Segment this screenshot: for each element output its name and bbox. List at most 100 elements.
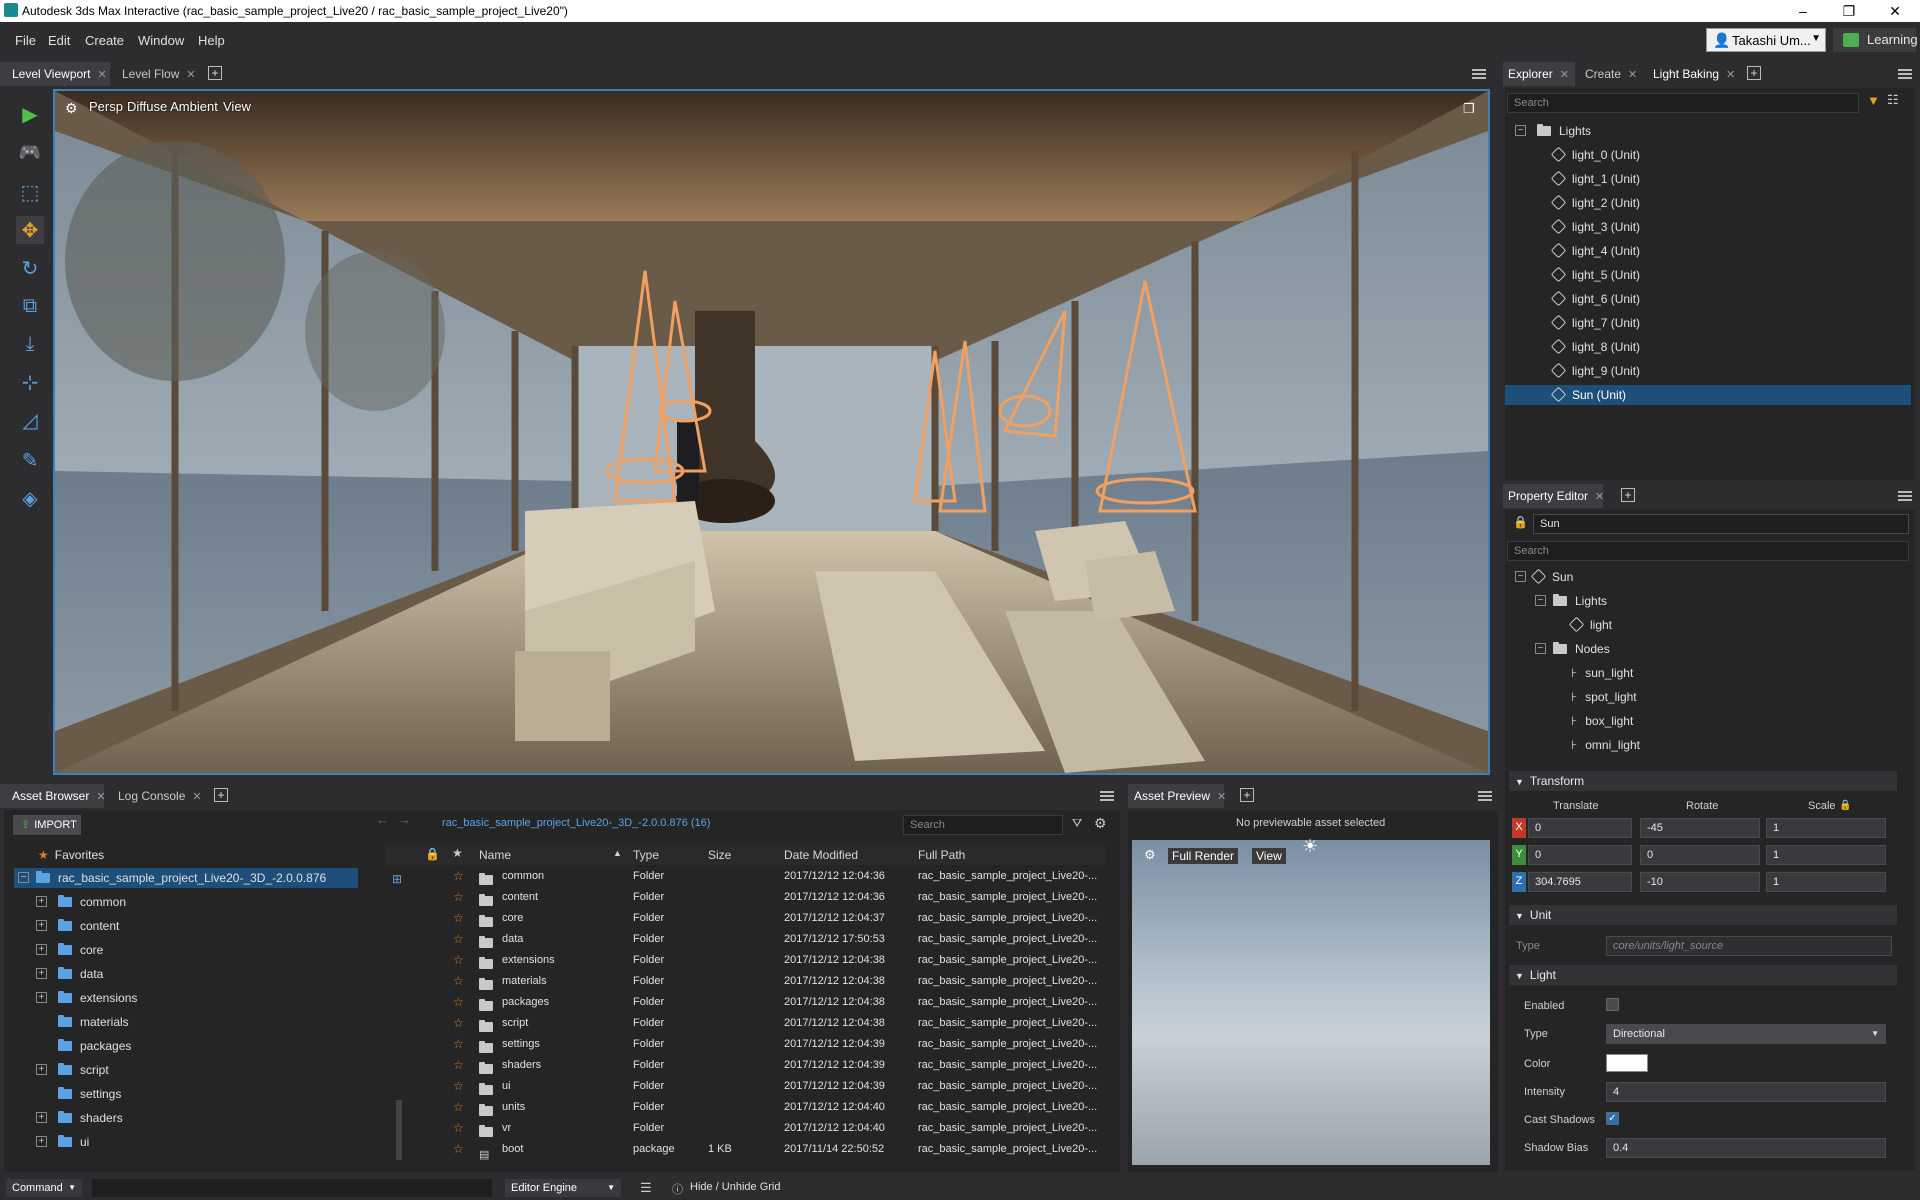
menu-window[interactable]: Window [138,33,184,48]
favorite-column-icon[interactable]: ★ [452,846,463,860]
expand-icon[interactable]: + [36,968,47,979]
tree-node[interactable]: ⊦ box_light [1505,711,1905,731]
tree-item-selected[interactable]: Sun (Unit) [1505,385,1911,405]
command-mode-select[interactable]: Command ▼ [6,1179,82,1197]
user-account-dropdown[interactable]: 👤 Takashi Um... ▼ [1706,28,1826,52]
place-tool-icon[interactable]: ⤓ [16,330,44,358]
tree-folder-lights[interactable]: − Lights [1505,591,1905,611]
expand-icon[interactable]: + [36,1064,47,1075]
table-row[interactable]: ☆ content Folder 2017/12/12 12:04:36 rac_bas… [385,887,1105,908]
favorites-item[interactable]: ★ Favorites [10,845,360,865]
unit-section-header[interactable]: ▼ Unit [1509,905,1897,925]
transform-section-header[interactable]: ▼ Transform [1509,771,1897,791]
settings-gear-icon[interactable]: ⚙ [1094,815,1107,832]
rotate-z-field[interactable]: -10 [1640,872,1760,892]
gear-icon[interactable]: ⚙ [1144,847,1156,863]
tab-create[interactable]: Create ✕ [1577,62,1643,86]
hierarchy-icon[interactable]: ☷ [1887,92,1899,108]
asset-tree-folder[interactable]: materials [14,1012,354,1032]
close-icon[interactable]: ✕ [98,69,107,81]
rotate-y-field[interactable]: 0 [1640,845,1760,865]
maximize-viewport-icon[interactable]: ❐ [1463,101,1475,117]
close-icon[interactable]: ✕ [1217,791,1226,803]
menu-edit[interactable]: Edit [48,33,70,48]
level-viewport[interactable]: ⚙ Persp Diffuse Ambient View ❐ [53,89,1490,775]
table-row[interactable]: ☆ shaders Folder 2017/12/12 12:04:39 rac_bas… [385,1055,1105,1076]
list-icon[interactable]: ☰ [640,1180,652,1196]
maximize-button[interactable]: ❐ [1826,0,1872,22]
learning-button[interactable]: Learning [1833,28,1918,52]
favorite-star-icon[interactable]: ☆ [453,1121,464,1135]
gear-icon[interactable]: ⚙ [65,100,78,117]
asset-tree-folder[interactable]: + content [14,916,354,936]
cast-shadows-checkbox[interactable]: ✓ [1606,1112,1619,1125]
paint-tool-icon[interactable]: ✎ [16,446,44,474]
tree-item[interactable]: light_6 (Unit) [1505,289,1915,309]
filter-icon[interactable]: ⛛ [1072,816,1082,831]
scale-lock-icon[interactable]: 🔒 [1839,800,1851,811]
close-button[interactable]: ✕ [1872,0,1918,22]
collapse-icon[interactable]: − [1515,571,1526,582]
favorite-star-icon[interactable]: ☆ [453,1100,464,1114]
light-section-header[interactable]: ▼ Light [1509,965,1897,985]
view-menu[interactable]: View [223,99,251,114]
translate-z-field[interactable]: 304.7695 [1528,872,1632,892]
camera-mode-menu[interactable]: Persp [89,99,123,114]
asset-search-input[interactable]: Search [903,815,1063,835]
preview-view-menu[interactable]: View [1252,848,1286,864]
panel-menu-icon[interactable] [1898,491,1912,501]
table-row[interactable]: ☆ ▤ boot package 1 KB 2017/11/14 22:50:52 rac_… [385,1139,1105,1161]
color-swatch[interactable] [1606,1054,1648,1072]
add-tab-button[interactable]: + [1747,66,1761,80]
table-row[interactable]: ☆ core Folder 2017/12/12 12:04:37 rac_basic_… [385,908,1105,929]
asset-tree-folder[interactable]: + common [14,892,354,912]
intensity-field[interactable]: 4 [1606,1082,1886,1102]
shadow-bias-field[interactable]: 0.4 [1606,1138,1886,1158]
minimize-button[interactable]: – [1780,0,1826,22]
table-row[interactable]: ☆ materials Folder 2017/12/12 12:04:38 rac_b… [385,971,1105,992]
tab-level-flow[interactable]: Level Flow ✕ [110,62,200,86]
close-icon[interactable]: ✕ [1726,69,1735,81]
column-name[interactable]: Name [479,848,511,862]
favorite-star-icon[interactable]: ☆ [453,911,464,925]
close-icon[interactable]: ✕ [1628,69,1637,81]
add-tab-button[interactable]: + [1240,788,1254,802]
tab-light-baking[interactable]: Light Baking ✕ [1645,62,1735,86]
lock-icon[interactable]: 🔒 [1513,515,1528,529]
table-row[interactable]: ☆ extensions Folder 2017/12/12 12:04:38 rac_… [385,950,1105,971]
asset-tree-folder[interactable]: + shaders [14,1108,354,1128]
close-icon[interactable]: ✕ [1595,491,1604,503]
close-icon[interactable]: ✕ [192,791,201,803]
gamepad-icon[interactable]: 🎮 [16,138,44,166]
preview-render[interactable]: ⚙ Full Render View ☀ [1132,836,1490,1165]
tree-node[interactable]: ⊦ sun_light [1505,663,1905,683]
asset-tree-folder[interactable]: settings [14,1084,354,1104]
tree-item[interactable]: light_0 (Unit) [1505,145,1915,165]
expand-icon[interactable]: + [36,1112,47,1123]
tree-item[interactable]: light_4 (Unit) [1505,241,1915,261]
favorite-star-icon[interactable]: ☆ [453,1058,464,1072]
breadcrumb[interactable]: rac_basic_sample_project_Live20-_3D_-2.0… [442,817,710,829]
asset-tree-folder[interactable]: + ui [14,1132,354,1152]
menu-create[interactable]: Create [85,33,124,48]
tab-explorer[interactable]: Explorer ✕ [1503,62,1575,86]
tree-item[interactable]: light_5 (Unit) [1505,265,1915,285]
favorite-star-icon[interactable]: ☆ [453,953,464,967]
scale-z-field[interactable]: 1 [1766,872,1886,892]
favorite-star-icon[interactable]: ☆ [453,890,464,904]
scale-tool-icon[interactable]: ⧉ [16,292,44,320]
translate-x-field[interactable]: 0 [1528,818,1632,838]
play-button[interactable]: ▶ [16,100,44,128]
table-row[interactable]: ☆ script Folder 2017/12/12 12:04:38 rac_basi… [385,1013,1105,1034]
favorite-star-icon[interactable]: ☆ [453,1037,464,1051]
rotate-tool-icon[interactable]: ↻ [16,254,44,282]
shading-mode-menu[interactable]: Diffuse Ambient [127,99,218,114]
tab-asset-preview[interactable]: Asset Preview ✕ [1128,784,1226,808]
add-tab-button[interactable]: + [208,66,222,80]
tree-item[interactable]: light_9 (Unit) [1505,361,1915,381]
add-tab-button[interactable]: + [1621,488,1635,502]
column-size[interactable]: Size [708,848,731,862]
scale-y-field[interactable]: 1 [1766,845,1886,865]
favorite-star-icon[interactable]: ☆ [453,974,464,988]
explorer-search-input[interactable]: Search [1507,93,1859,113]
